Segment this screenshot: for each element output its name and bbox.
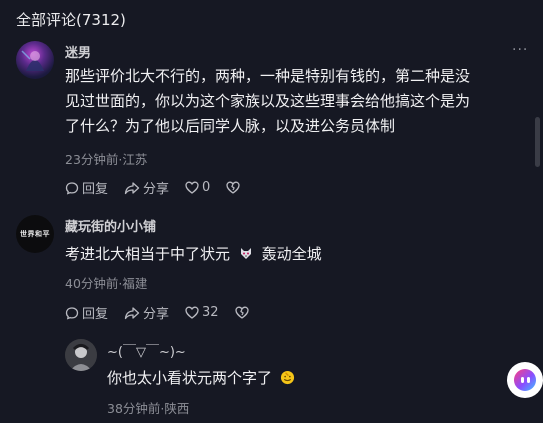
like-button[interactable]: 32 — [185, 305, 219, 320]
comment-username[interactable]: 藏玩街的小小铺 — [65, 216, 156, 235]
comment-actions: 回复 分享 0 — [65, 178, 259, 197]
comment-text-line: 那些评价北大不行的，两种，一种是特别有钱的，第二种是没 — [65, 67, 471, 85]
avatar[interactable] — [65, 339, 97, 371]
reply-icon — [65, 306, 79, 320]
share-label: 分享 — [143, 307, 170, 322]
avatar-image — [21, 50, 44, 71]
reply-text: 你也太小看状元两个字了 — [107, 366, 295, 391]
comment-actions: 回复 分享 32 — [65, 303, 268, 322]
reply-meta: 38分钟前·陕西 — [107, 401, 190, 416]
reply-username[interactable]: ~(￣▽￣~)~ — [107, 341, 186, 360]
comment-username[interactable]: 迷男 — [65, 42, 91, 61]
share-icon — [124, 181, 140, 194]
reply-button[interactable]: 回复 — [65, 178, 108, 197]
reply-text-part: 你也太小看状元两个字了 — [107, 369, 273, 387]
broken-heart-icon — [234, 306, 249, 319]
avatar-text: 世界和平 — [20, 230, 50, 238]
share-icon — [124, 306, 140, 319]
comment-text: 考进北大相当于中了状元 轰动全城 — [65, 242, 322, 267]
heart-icon — [185, 181, 199, 194]
heart-icon — [185, 306, 199, 319]
share-button[interactable]: 分享 — [124, 178, 169, 197]
reply-label: 回复 — [82, 182, 109, 197]
more-options-icon[interactable]: ··· — [512, 42, 528, 58]
broken-heart-icon — [226, 181, 240, 194]
ai-assistant-icon — [514, 369, 536, 391]
comment-meta: 23分钟前·江苏 — [65, 152, 148, 167]
reply-button[interactable]: 回复 — [65, 303, 108, 322]
comments-header: 全部评论(7312) — [16, 11, 126, 29]
like-count: 0 — [202, 180, 211, 195]
comment-meta: 40分钟前·福建 — [65, 276, 148, 291]
ai-assistant-button[interactable] — [507, 362, 543, 398]
comment-text-line: 见过世面的，你以为这个家族以及这些理事会给他搞这个是为 — [65, 92, 471, 110]
wolf-sticker-icon — [240, 248, 251, 259]
avatar[interactable] — [16, 41, 54, 79]
scrollbar[interactable] — [535, 117, 540, 167]
comment-text-part: 轰动全城 — [261, 245, 322, 263]
dislike-button[interactable] — [234, 306, 252, 319]
share-button[interactable]: 分享 — [124, 303, 169, 322]
reply-icon — [65, 181, 79, 195]
avatar-image — [65, 339, 97, 371]
share-label: 分享 — [143, 182, 170, 197]
like-count: 32 — [202, 305, 219, 320]
comment-text-part: 考进北大相当于中了状元 — [65, 245, 231, 263]
dislike-button[interactable] — [226, 181, 243, 194]
reply-label: 回复 — [82, 307, 109, 322]
smirk-emoji-icon — [280, 370, 294, 385]
avatar[interactable]: 世界和平 — [16, 215, 54, 253]
comment-text: 那些评价北大不行的，两种，一种是特别有钱的，第二种是没 见过世面的，你以为这个家… — [65, 64, 470, 139]
comment-text-line: 了什么？为了他以后同学人脉，以及进公务员体制 — [65, 117, 396, 135]
like-button[interactable]: 0 — [185, 180, 210, 195]
